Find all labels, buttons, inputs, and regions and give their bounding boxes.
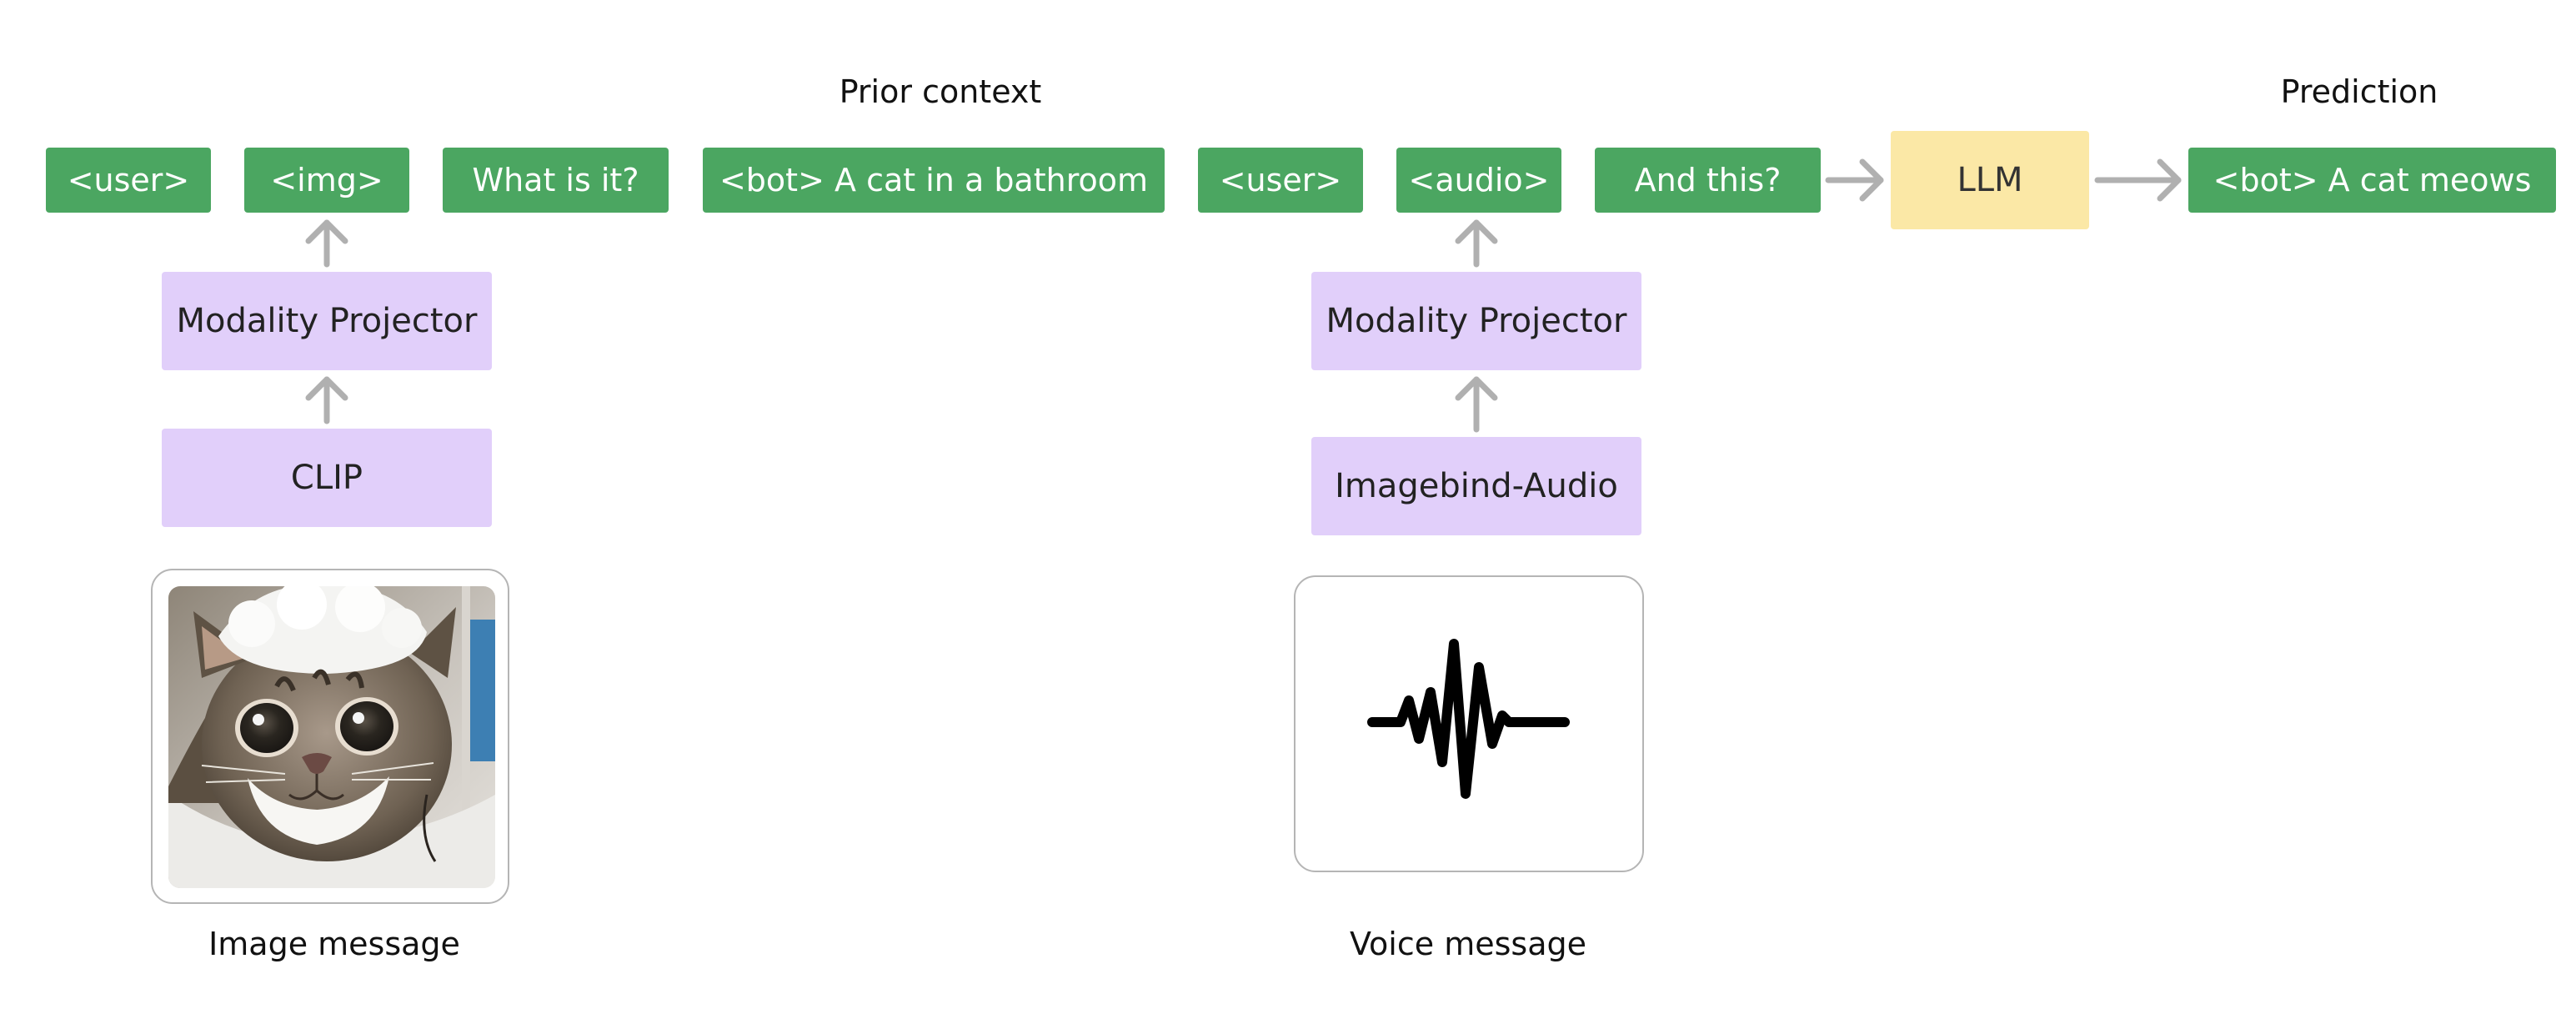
arrow-llm-to-prediction xyxy=(2094,158,2182,202)
arrow-projector-to-img-token xyxy=(305,219,348,268)
arrow-clip-to-projector xyxy=(305,376,348,424)
arrow-tokens-to-llm xyxy=(1825,158,1884,202)
arrow-audio-encoder-to-projector xyxy=(1455,376,1498,433)
arrow-projector-to-audio-token xyxy=(1455,219,1498,268)
arrows-layer xyxy=(305,158,2182,433)
